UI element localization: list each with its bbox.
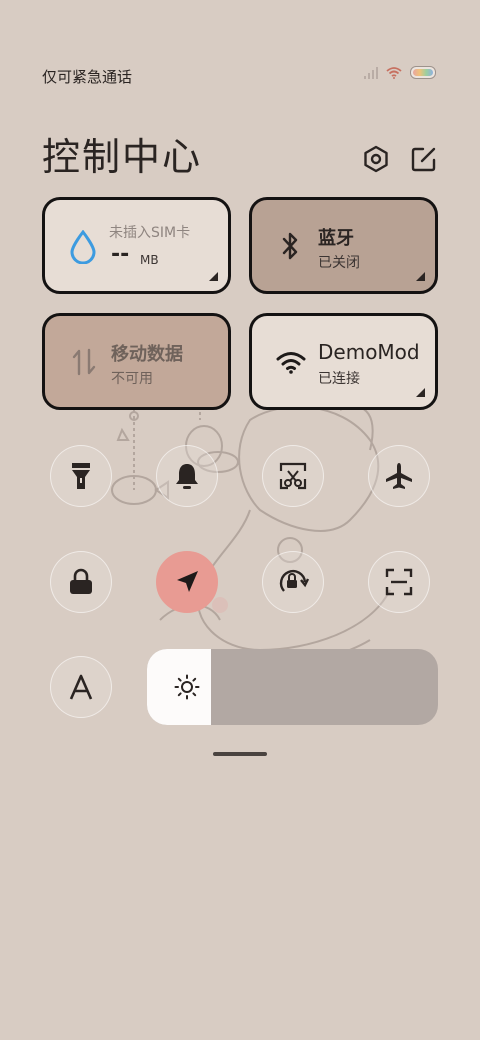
mobile-data-status: 不可用: [111, 371, 153, 387]
expand-corner-icon: [416, 388, 425, 397]
mobile-data-label: 移动数据: [111, 344, 183, 365]
flashlight-icon: [72, 463, 90, 489]
sun-icon: [174, 674, 200, 700]
status-carrier-text: 仅可紧急通话: [42, 68, 133, 86]
mobile-data-icon: [72, 348, 96, 376]
scanner-toggle[interactable]: [368, 551, 430, 613]
battery-icon: [410, 66, 436, 79]
settings-icon[interactable]: [362, 145, 390, 173]
water-drop-icon: [70, 230, 96, 264]
page-title: 控制中心: [42, 135, 203, 179]
font-size-toggle[interactable]: [50, 656, 112, 718]
scan-icon: [385, 568, 413, 596]
data-usage-unit: MB: [140, 253, 159, 267]
rotation-lock-toggle[interactable]: [262, 551, 324, 613]
wifi-network-name: DemoMod: [318, 340, 420, 364]
screenshot-icon: [279, 462, 307, 490]
mobile-data-tile[interactable]: 移动数据 不可用: [42, 313, 231, 410]
data-usage-tile[interactable]: 未插入SIM卡 -- MB: [42, 197, 231, 294]
bell-icon: [176, 464, 198, 489]
bluetooth-icon: [282, 232, 298, 260]
bluetooth-tile[interactable]: 蓝牙 已关闭: [249, 197, 438, 294]
wifi-tile[interactable]: DemoMod 已连接: [249, 313, 438, 410]
flashlight-toggle[interactable]: [50, 445, 112, 507]
wallpaper-illustration: [111, 400, 391, 665]
drag-handle[interactable]: [213, 752, 267, 756]
status-icons: [364, 66, 436, 79]
lock-screen-toggle[interactable]: [50, 551, 112, 613]
wifi-icon: [276, 352, 306, 374]
sim-status-text: 未插入SIM卡: [109, 225, 191, 241]
expand-corner-icon: [416, 272, 425, 281]
bluetooth-status: 已关闭: [318, 255, 360, 271]
rotation-lock-icon: [279, 569, 310, 592]
sound-toggle[interactable]: [156, 445, 218, 507]
wifi-status: 已连接: [318, 371, 360, 387]
font-icon: [69, 674, 93, 700]
bluetooth-label: 蓝牙: [318, 228, 354, 249]
brightness-slider[interactable]: [147, 649, 438, 725]
wifi-icon: [386, 67, 402, 79]
expand-corner-icon: [209, 272, 218, 281]
data-usage-value: --: [111, 242, 130, 267]
airplane-icon: [386, 463, 412, 489]
lock-icon: [70, 568, 92, 594]
location-toggle[interactable]: [156, 551, 218, 613]
signal-icon: [364, 66, 378, 79]
airplane-mode-toggle[interactable]: [368, 445, 430, 507]
edit-icon[interactable]: [410, 145, 438, 173]
location-icon: [177, 571, 198, 592]
screenshot-toggle[interactable]: [262, 445, 324, 507]
